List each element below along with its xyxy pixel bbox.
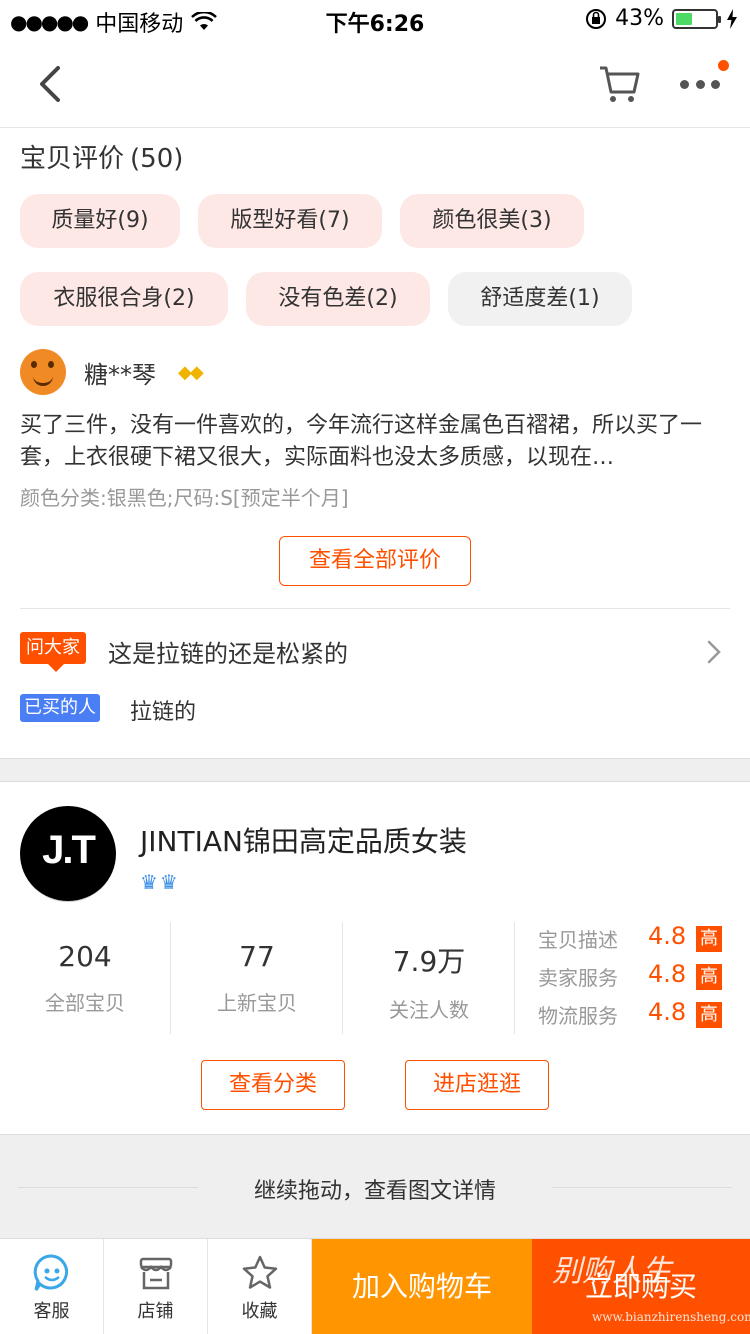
- add-to-cart-button[interactable]: 加入购物车: [312, 1239, 532, 1334]
- review-tag[interactable]: 颜色很美(3): [400, 194, 584, 248]
- notification-dot: [718, 60, 729, 71]
- drag-for-details[interactable]: 继续拖动，查看图文详情: [0, 1134, 750, 1238]
- reviews-title-label: 宝贝评价: [20, 144, 125, 174]
- cart-button[interactable]: [598, 62, 642, 106]
- rating-row: 物流服务 4.8 高: [538, 998, 728, 1030]
- review-tag[interactable]: 没有色差(2): [246, 272, 430, 326]
- stat-value: 77: [239, 940, 275, 973]
- view-all-reviews-button[interactable]: 查看全部评价: [279, 536, 471, 586]
- rating-row: 卖家服务 4.8 高: [538, 960, 728, 992]
- reviews-count: (50): [130, 144, 184, 174]
- rating-score: 4.8: [648, 960, 687, 988]
- store-icon: [139, 1257, 172, 1290]
- back-button[interactable]: [34, 62, 70, 106]
- review-sku: 颜色分类:银黑色;尺码:S[预定半个月]: [20, 486, 349, 510]
- rating-label: 卖家服务: [538, 966, 618, 990]
- review-tag[interactable]: 质量好(9): [20, 194, 180, 248]
- rating-level-badge: 高: [696, 926, 722, 952]
- shop-section: J.T JINTIAN锦田高定品质女装 ♛♛ 204 全部宝贝 77 上新宝贝 …: [0, 782, 750, 1134]
- stat-label: 上新宝贝: [217, 991, 297, 1015]
- more-icon: [680, 80, 720, 90]
- shop-logo-text: J.T: [42, 828, 96, 872]
- review-tag[interactable]: 衣服很合身(2): [20, 272, 228, 326]
- rating-score: 4.8: [648, 998, 687, 1026]
- reviewer: 糖**琴 ◆◆: [20, 348, 204, 396]
- favorite-label: 收藏: [241, 1301, 278, 1322]
- rating-label: 物流服务: [538, 1004, 618, 1028]
- divider: [514, 922, 515, 1034]
- stat-all-items[interactable]: 204 全部宝贝: [0, 922, 170, 1034]
- stat-label: 全部宝贝: [45, 991, 125, 1015]
- divider: [552, 1187, 732, 1188]
- ask-question: 这是拉链的还是松紧的: [108, 640, 348, 668]
- star-icon: [242, 1255, 277, 1289]
- drag-hint: 继续拖动，查看图文详情: [253, 1179, 496, 1204]
- diamond-level-icon: ◆◆: [178, 361, 204, 383]
- reviews-section: 宝贝评价 (50) 质量好(9) 版型好看(7) 颜色很美(3) 衣服很合身(2)…: [0, 128, 750, 758]
- battery-icon: [672, 8, 721, 29]
- watermark: 别购人生 www.bianzhirensheng.com: [552, 1246, 750, 1330]
- more-button[interactable]: [680, 60, 729, 100]
- battery-percent: 43%: [615, 6, 664, 31]
- cart-icon: [600, 66, 640, 102]
- avatar: [20, 349, 66, 395]
- stat-label: 关注人数: [389, 998, 469, 1022]
- ask-everyone-badge: 问大家: [20, 632, 86, 672]
- watermark-url: www.bianzhirensheng.com: [592, 1310, 750, 1324]
- review-text[interactable]: 买了三件，没有一件喜欢的，今年流行这样金属色百褶裙，所以买了一套，上衣很硬下裙又…: [20, 410, 725, 474]
- customer-service-label: 客服: [33, 1301, 70, 1322]
- answer-text: 拉链的: [130, 700, 197, 725]
- chevron-left-icon: [40, 66, 60, 102]
- rating-level-badge: 高: [696, 1002, 722, 1028]
- crown-level-icon: ♛♛: [140, 870, 180, 894]
- divider: [170, 922, 171, 1034]
- battery-fill: [676, 12, 692, 25]
- divider: [342, 922, 343, 1034]
- ask-question-row[interactable]: 问大家 这是拉链的还是松紧的: [20, 632, 730, 672]
- reviews-title[interactable]: 宝贝评价 (50): [20, 138, 183, 175]
- review-tag[interactable]: 舒适度差(1): [448, 272, 632, 326]
- nav-bar: [0, 40, 750, 128]
- shop-name[interactable]: JINTIAN锦田高定品质女装: [140, 820, 467, 860]
- enter-shop-button[interactable]: 进店逛逛: [405, 1060, 549, 1110]
- review-tag[interactable]: 版型好看(7): [198, 194, 382, 248]
- stat-new-items[interactable]: 77 上新宝贝: [172, 922, 342, 1034]
- customer-service-button[interactable]: 客服: [0, 1239, 104, 1334]
- shop-logo[interactable]: J.T: [20, 806, 116, 902]
- stat-followers[interactable]: 7.9万 关注人数: [344, 922, 514, 1034]
- customer-service-icon: [33, 1254, 68, 1291]
- buyer-badge: 已买的人: [20, 694, 100, 722]
- view-categories-button[interactable]: 查看分类: [201, 1060, 345, 1110]
- watermark-text: 别购人生: [552, 1254, 672, 1289]
- favorite-button[interactable]: 收藏: [208, 1239, 312, 1334]
- stat-value: 204: [58, 940, 112, 973]
- orientation-lock-icon: [586, 8, 607, 29]
- rating-label: 宝贝描述: [538, 928, 618, 952]
- stat-value: 7.9万: [392, 945, 466, 978]
- rating-row: 宝贝描述 4.8 高: [538, 922, 728, 954]
- chevron-right-icon: [707, 640, 721, 664]
- shop-label: 店铺: [137, 1301, 174, 1322]
- divider: [20, 608, 730, 609]
- rating-score: 4.8: [648, 922, 687, 950]
- charging-bolt-icon: [727, 8, 737, 29]
- section-gap: [0, 758, 750, 782]
- reviewer-name: 糖**琴: [84, 360, 156, 389]
- rating-level-badge: 高: [696, 964, 722, 990]
- status-bar-right: 43%: [585, 6, 738, 31]
- status-bar: ●●●●● 中国移动 下午6:26 43%: [0, 0, 750, 40]
- shop-button[interactable]: 店铺: [104, 1239, 208, 1334]
